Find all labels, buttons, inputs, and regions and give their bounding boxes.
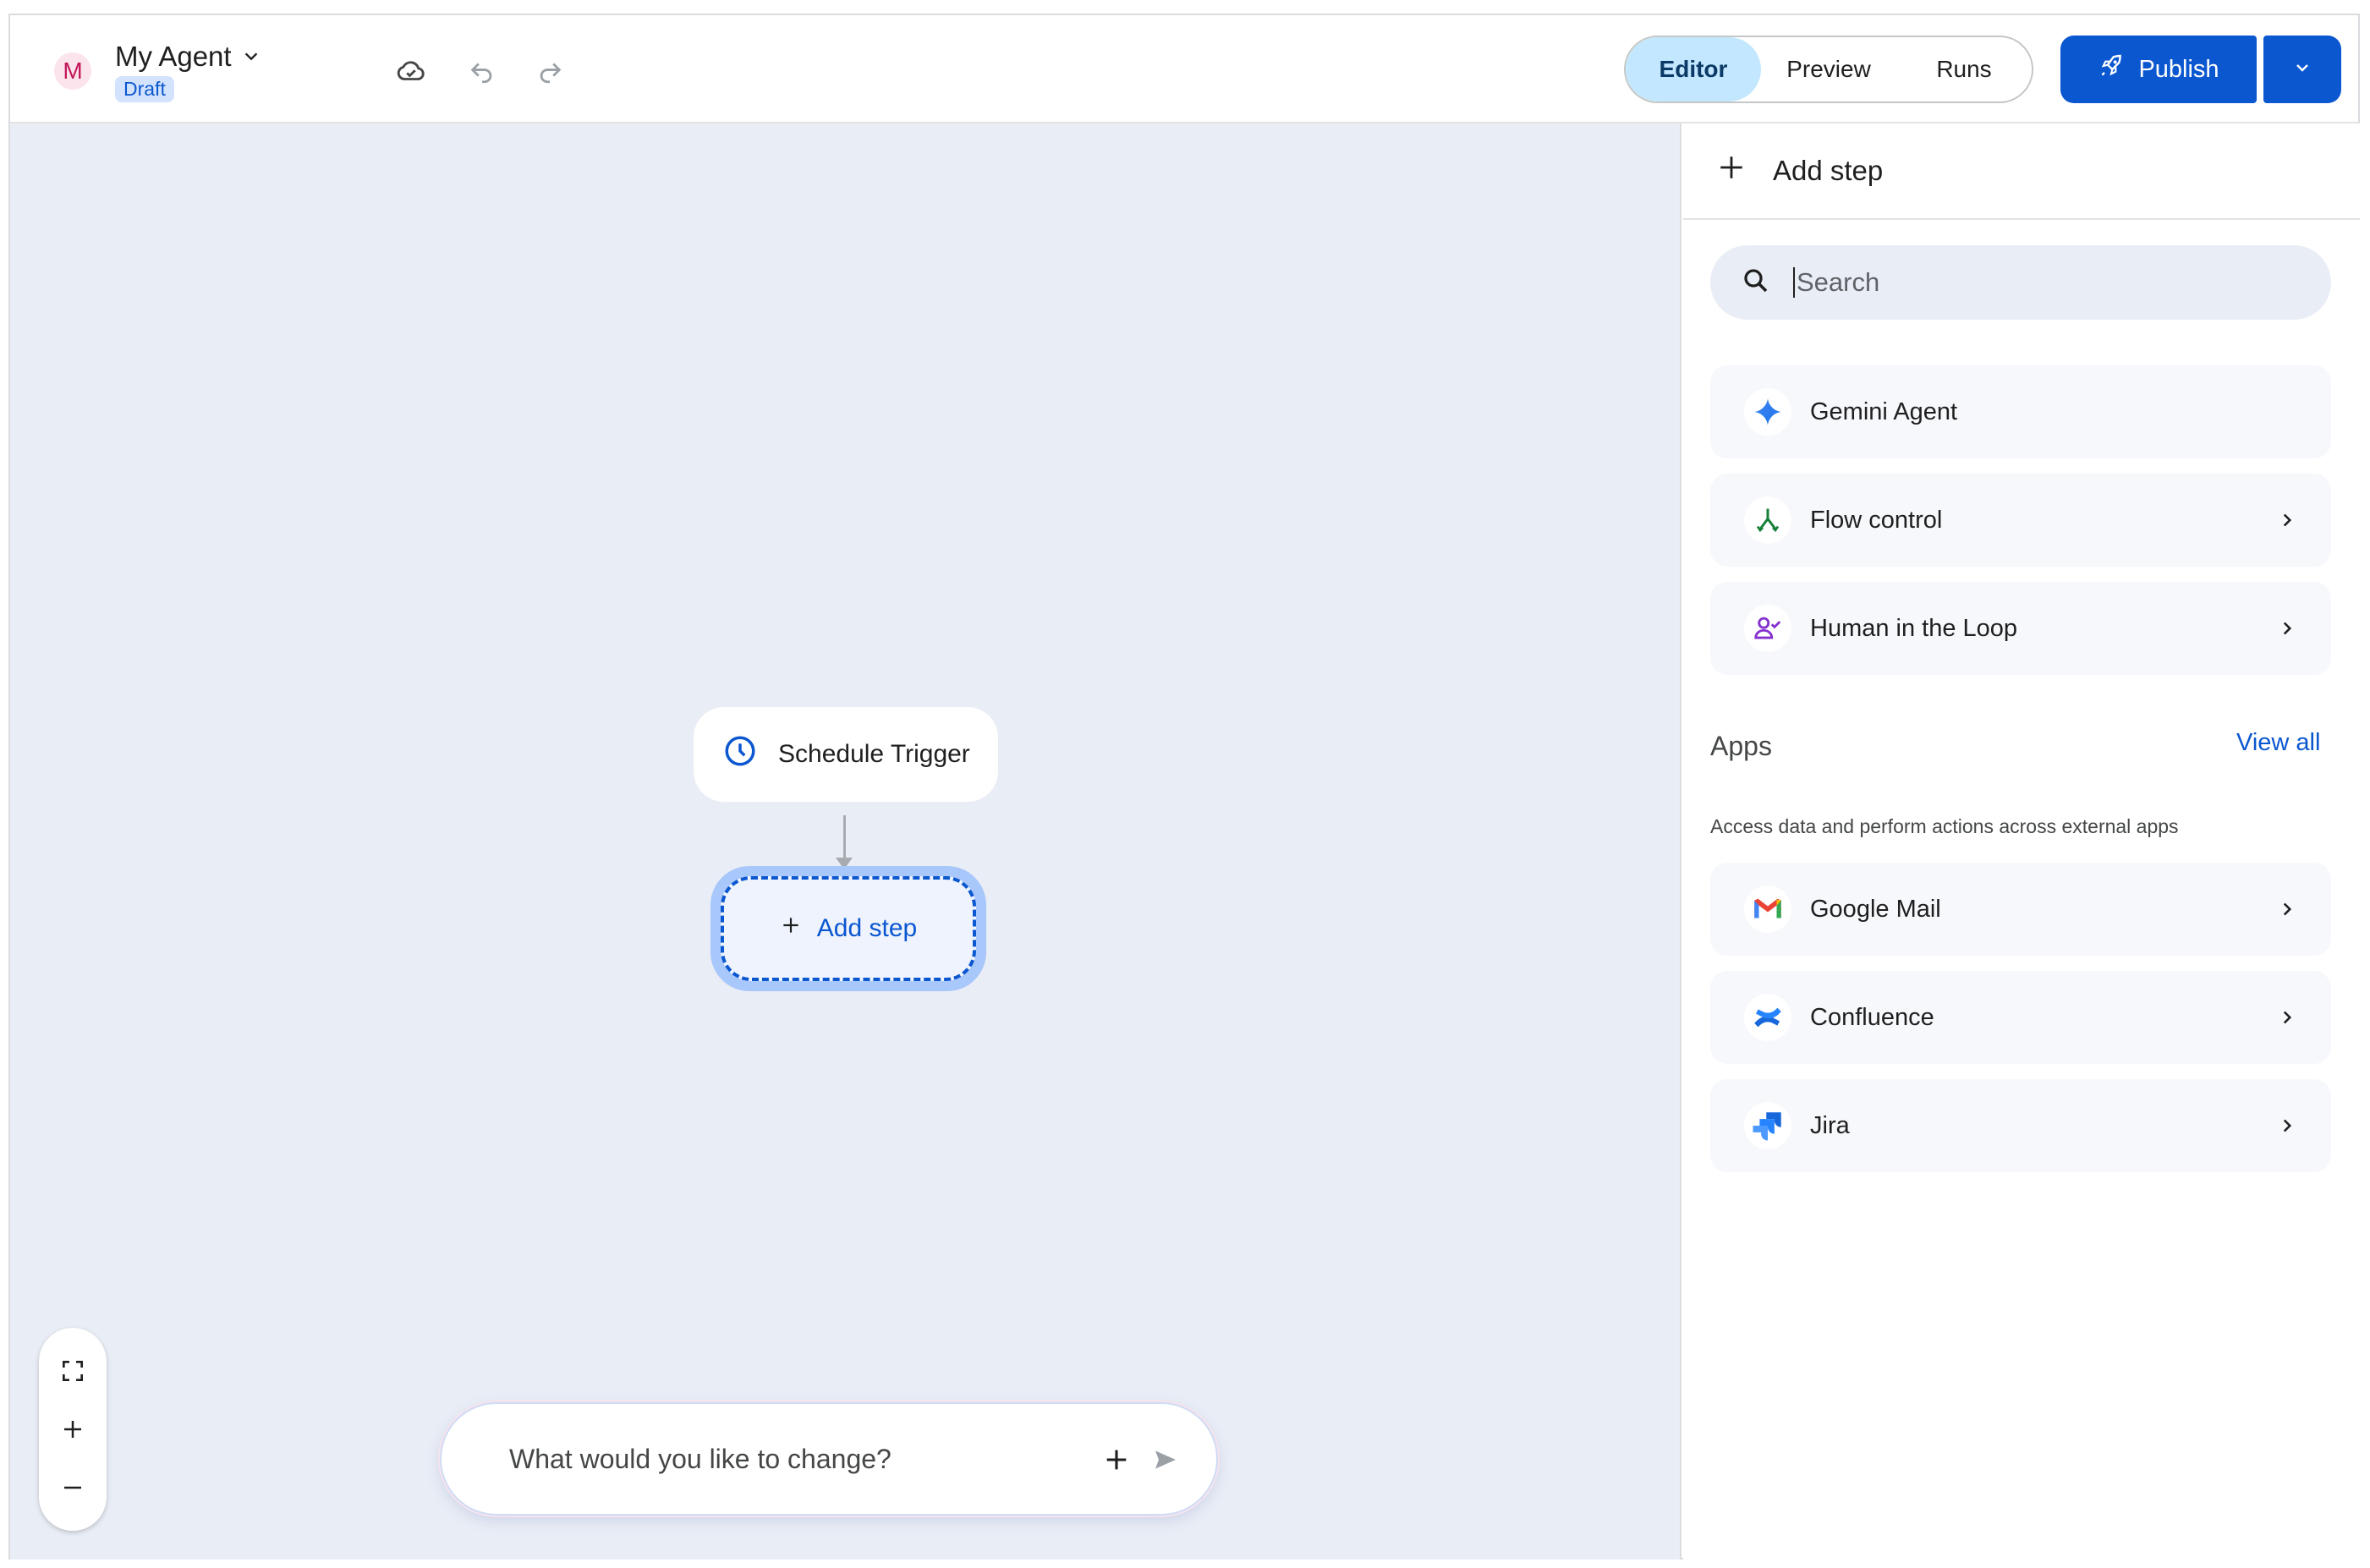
avatar[interactable]: M — [54, 52, 91, 90]
cloud-saved-icon[interactable] — [392, 52, 430, 90]
app-item-jira[interactable]: Jira — [1710, 1079, 2331, 1172]
app-item-label: Confluence — [1810, 1003, 1934, 1031]
node-label: Schedule Trigger — [778, 740, 970, 768]
apps-heading: Apps — [1710, 731, 1772, 761]
send-icon — [1155, 1450, 1176, 1469]
chat-input-bar[interactable]: What would you like to change? — [440, 1402, 1218, 1516]
workflow-canvas[interactable]: Schedule Trigger Add step What would you… — [10, 123, 1681, 1560]
redo-icon[interactable] — [531, 52, 568, 90]
status-badge: Draft — [115, 76, 174, 102]
add-step-panel: Add step Gemini Agent Flow control — [1683, 123, 2360, 1560]
minus-icon — [64, 1487, 81, 1489]
search-icon — [1741, 266, 1771, 300]
app-item-google-mail[interactable]: Google Mail — [1710, 863, 2331, 956]
undo-icon[interactable] — [464, 52, 501, 90]
zoom-in-button[interactable] — [51, 1407, 95, 1451]
apps-description: Access data and perform actions across e… — [1710, 815, 2179, 837]
chevron-down-icon — [242, 41, 261, 73]
chevron-right-icon — [2270, 1001, 2304, 1034]
step-item-gemini-agent[interactable]: Gemini Agent — [1710, 365, 2331, 458]
add-step-node[interactable]: Add step — [710, 866, 986, 991]
add-step-node-inner[interactable]: Add step — [721, 876, 976, 981]
jira-icon — [1744, 1102, 1791, 1149]
tab-runs[interactable]: Runs — [1896, 37, 2032, 101]
view-tabs: Editor Preview Runs — [1624, 36, 2033, 103]
tab-preview[interactable]: Preview — [1761, 37, 1896, 101]
app-window: M My Agent Draft Editor Preview Runs Pub… — [8, 14, 2360, 1560]
publish-button[interactable]: Publish — [2060, 36, 2257, 103]
view-all-link[interactable]: View all — [2236, 729, 2320, 757]
chevron-down-icon — [2292, 58, 2312, 82]
step-item-human-in-the-loop[interactable]: Human in the Loop — [1710, 582, 2331, 675]
plus-icon — [780, 914, 802, 943]
app-item-confluence[interactable]: Confluence — [1710, 971, 2331, 1064]
person-check-icon — [1744, 605, 1791, 652]
attach-button[interactable] — [1098, 1441, 1135, 1478]
rocket-icon — [2098, 52, 2125, 86]
top-bar: M My Agent Draft Editor Preview Runs Pub… — [10, 15, 2358, 123]
publish-label: Publish — [2138, 55, 2219, 83]
step-item-label: Human in the Loop — [1810, 614, 2018, 642]
fullscreen-icon — [63, 1360, 83, 1381]
chevron-right-icon — [2270, 892, 2304, 926]
panel-header: Add step — [1683, 123, 2360, 220]
flow-branch-icon — [1744, 496, 1791, 544]
chevron-right-icon — [2270, 1109, 2304, 1143]
chevron-right-icon — [2270, 503, 2304, 537]
send-button[interactable] — [1147, 1441, 1184, 1478]
zoom-controls — [39, 1328, 107, 1531]
clock-icon — [722, 733, 758, 776]
gmail-icon — [1744, 885, 1791, 933]
plus-icon — [1106, 1450, 1127, 1470]
add-step-label: Add step — [816, 914, 918, 942]
schedule-trigger-node[interactable]: Schedule Trigger — [694, 707, 998, 802]
zoom-out-button[interactable] — [51, 1466, 95, 1510]
panel-title: Add step — [1773, 155, 1884, 186]
tab-editor[interactable]: Editor — [1626, 37, 1761, 101]
step-item-label: Flow control — [1810, 506, 1943, 534]
agent-name-menu[interactable]: My Agent — [115, 41, 261, 73]
search-bar[interactable] — [1710, 245, 2331, 320]
sparkle-icon — [1744, 388, 1791, 436]
agent-name: My Agent — [115, 41, 232, 72]
app-item-label: Google Mail — [1810, 895, 1941, 923]
fit-view-button[interactable] — [51, 1349, 95, 1393]
search-input[interactable] — [1793, 267, 2301, 298]
confluence-icon — [1744, 994, 1791, 1041]
plus-icon — [64, 1420, 81, 1438]
chevron-right-icon — [2270, 611, 2304, 645]
step-item-label: Gemini Agent — [1810, 397, 1958, 425]
app-item-label: Jira — [1810, 1111, 1850, 1139]
publish-options-button[interactable] — [2263, 36, 2341, 103]
step-item-flow-control[interactable]: Flow control — [1710, 474, 2331, 567]
plus-icon — [1717, 153, 1746, 189]
